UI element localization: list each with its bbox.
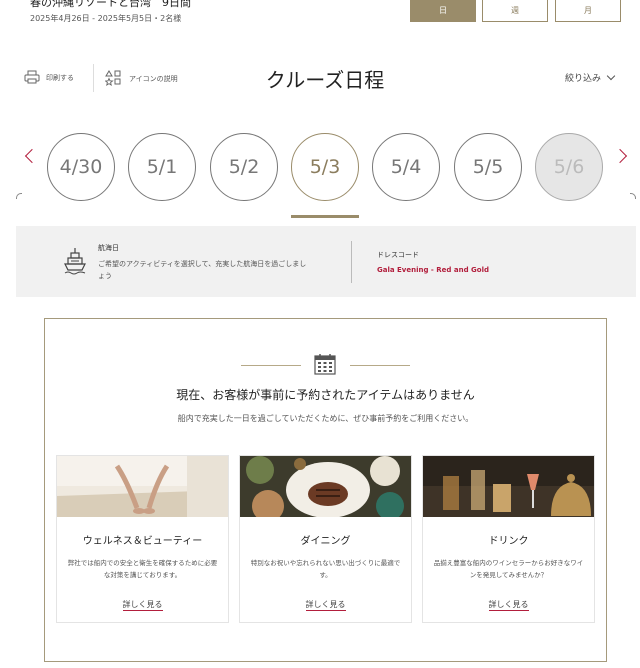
- empty-state-title: 現在、お客様が事前に予約されたアイテムはありません: [176, 388, 475, 402]
- card-title: ウェルネス＆ビューティー: [82, 536, 203, 547]
- sea-day-description: ご希望のアクティビティを選択して、充実した航海日を過ごしましょう: [98, 260, 307, 280]
- sea-day-title: 航海日: [98, 244, 119, 252]
- calendar-icon: [314, 353, 336, 379]
- link-text[interactable]: 詳しく見る: [488, 600, 529, 611]
- decorative-line: [350, 365, 410, 366]
- date-chip[interactable]: 4/30: [47, 133, 115, 201]
- drink-image: [423, 456, 594, 517]
- drink-card[interactable]: ドリンク 品揃え豊富な船内のワインセラーからお好きなワインを発見してみませんか？…: [422, 455, 595, 623]
- printer-icon: [24, 70, 40, 86]
- utility-divider: [93, 64, 94, 92]
- trip-title: 春の沖縄リゾートと台湾 9日間: [30, 0, 191, 9]
- legend-label: アイコンの説明: [129, 75, 178, 83]
- trip-dates: 2025年4月26日 - 2025年5月5日・2名様: [30, 14, 182, 23]
- info-divider: [351, 241, 352, 283]
- shapes-icon: [104, 70, 123, 88]
- ship-icon: [64, 247, 86, 279]
- page-title: クルーズ日程: [265, 68, 385, 92]
- selected-date-indicator: [291, 215, 359, 218]
- view-week-button[interactable]: 週: [482, 0, 548, 22]
- filter-dropdown[interactable]: 絞り込み: [564, 71, 616, 84]
- carousel-edge-right: [630, 193, 636, 199]
- date-chip[interactable]: 5/4: [372, 133, 440, 201]
- card-title: ドリンク: [488, 536, 529, 547]
- next-date-arrow[interactable]: [612, 148, 628, 164]
- dress-code-title: ドレスコード: [377, 251, 419, 259]
- icon-legend-button[interactable]: アイコンの説明: [104, 70, 178, 88]
- wellness-details-link[interactable]: 詳しく見る: [57, 592, 228, 611]
- date-chip-disabled: 5/6: [535, 133, 603, 201]
- wellness-image: [57, 456, 228, 517]
- card-title: ダイニング: [300, 536, 351, 547]
- card-description: 弊社では船内での安全と衛生を確保するために必要な対策を講じております。: [67, 559, 218, 579]
- print-button[interactable]: 印刷する: [24, 70, 74, 86]
- link-text[interactable]: 詳しく見る: [305, 600, 346, 611]
- date-chip-selected[interactable]: 5/3: [291, 133, 359, 201]
- dress-code-value: Gala Evening - Red and Gold: [377, 266, 489, 274]
- print-label: 印刷する: [46, 74, 74, 82]
- view-month-button[interactable]: 月: [555, 0, 621, 22]
- link-text[interactable]: 詳しく見る: [122, 600, 163, 611]
- card-description: 特別なお祝いや忘れられない思い出づくりに最適です。: [250, 559, 401, 579]
- card-description: 品揃え豊富な船内のワインセラーからお好きなワインを発見してみませんか？: [433, 559, 584, 579]
- drink-details-link[interactable]: 詳しく見る: [423, 592, 594, 611]
- previous-date-arrow[interactable]: [24, 148, 40, 164]
- date-chip[interactable]: 5/5: [454, 133, 522, 201]
- empty-state-subtitle: 船内で充実した一日を過ごしていただくために、ぜひ事前予約をご利用ください。: [177, 414, 474, 423]
- date-chip[interactable]: 5/1: [128, 133, 196, 201]
- view-day-button[interactable]: 日: [410, 0, 476, 22]
- carousel-edge-left: [16, 193, 22, 199]
- decorative-line: [241, 365, 301, 366]
- dining-details-link[interactable]: 詳しく見る: [240, 592, 411, 611]
- date-chip[interactable]: 5/2: [210, 133, 278, 201]
- chevron-down-icon: [606, 71, 616, 81]
- dining-image: [240, 456, 411, 517]
- dining-card[interactable]: ダイニング 特別なお祝いや忘れられない思い出づくりに最適です。 詳しく見る: [239, 455, 412, 623]
- filter-label: 絞り込み: [564, 74, 601, 84]
- wellness-card[interactable]: ウェルネス＆ビューティー 弊社では船内での安全と衛生を確保するために必要な対策を…: [56, 455, 229, 623]
